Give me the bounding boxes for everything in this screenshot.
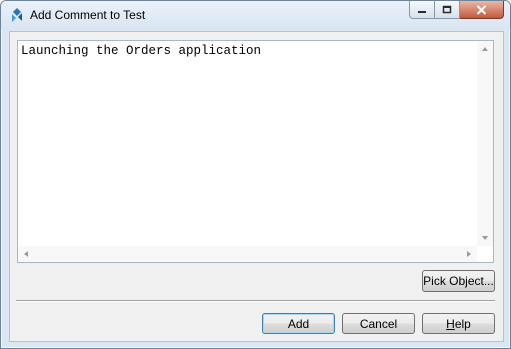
pick-object-button[interactable]: Pick Object... <box>422 270 495 292</box>
scroll-left-icon[interactable] <box>24 251 28 257</box>
close-icon <box>476 4 487 15</box>
help-button[interactable]: Help <box>422 313 495 334</box>
add-button[interactable]: Add <box>262 313 335 334</box>
cancel-button[interactable]: Cancel <box>342 313 415 334</box>
scroll-right-icon[interactable] <box>467 251 471 257</box>
dialog-body: Launching the Orders application Pick Ob… <box>9 31 504 342</box>
comment-text[interactable]: Launching the Orders application <box>21 44 261 58</box>
add-comment-dialog: Add Comment to Test Launching the Orders… <box>0 0 511 349</box>
app-icon <box>9 7 25 23</box>
title-bar[interactable]: Add Comment to Test <box>1 1 510 29</box>
minimize-button[interactable] <box>409 1 435 19</box>
comment-text-area[interactable]: Launching the Orders application <box>17 40 494 263</box>
vertical-scrollbar[interactable] <box>477 41 493 246</box>
help-mnemonic: H <box>446 316 455 331</box>
horizontal-scrollbar[interactable] <box>18 246 477 262</box>
caption-buttons <box>409 1 504 20</box>
maximize-button[interactable] <box>435 1 460 19</box>
close-button[interactable] <box>460 1 504 19</box>
scroll-down-icon[interactable] <box>482 236 488 240</box>
maximize-icon <box>442 5 452 14</box>
minimize-icon <box>418 10 426 13</box>
separator <box>16 300 495 302</box>
help-label-rest: elp <box>454 316 471 331</box>
window-title: Add Comment to Test <box>30 8 146 22</box>
scroll-up-icon[interactable] <box>482 47 488 51</box>
